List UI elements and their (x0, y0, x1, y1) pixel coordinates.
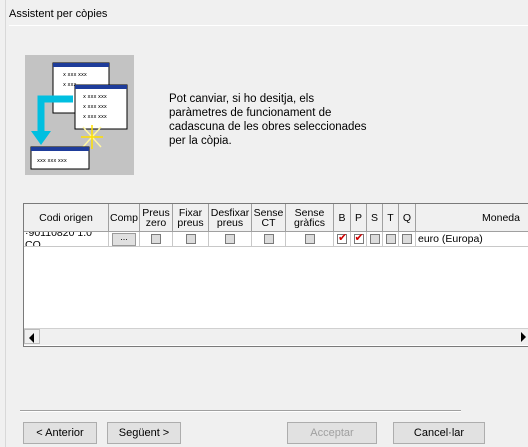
cell-fixar-preus (173, 232, 209, 247)
checkmark-icon: ✔ (338, 232, 348, 244)
sheet1-row2: x xxx (63, 82, 76, 88)
back-button[interactable]: < Anterior (23, 422, 97, 444)
cell-q (399, 232, 416, 247)
copy-wizard-illustration-graphic: x xxx xxx x xxx x xxx xxx x xxx xxx x xx… (30, 62, 128, 170)
cell-p: ✔ (351, 232, 367, 247)
accept-button[interactable]: Acceptar (287, 422, 377, 444)
copy-wizard-illustration: x xxx xxx x xxx x xxx xxx x xxx xxx x xx… (25, 55, 134, 175)
checkmark-icon: ✔ (354, 232, 364, 244)
works-grid[interactable]: Codi origen Comp Preus zero Fixar preus … (23, 203, 528, 347)
col-header-sense-ct[interactable]: Sense CT (252, 204, 286, 232)
title-divider (9, 25, 528, 26)
cell-preus-zero (140, 232, 173, 247)
cell-desfixar-preus (209, 232, 252, 247)
checkbox-sense-ct[interactable] (263, 234, 274, 244)
footer-separator (20, 410, 461, 412)
scroll-left-button[interactable] (24, 329, 40, 344)
col-header-q[interactable]: Q (399, 204, 416, 232)
col-header-s[interactable]: S (367, 204, 383, 232)
checkbox-t[interactable] (385, 234, 396, 244)
sheet2-row3: x xxx xxx (83, 114, 107, 120)
col-header-codi[interactable]: Codi origen (24, 204, 109, 232)
checkbox-desfixar-preus[interactable] (225, 234, 235, 244)
checkbox-s[interactable] (369, 234, 380, 244)
cell-b: ✔ (334, 232, 351, 247)
checkbox-q[interactable] (402, 234, 412, 244)
sheet2-row2: x xxx xxx (83, 104, 107, 110)
cell-moneda[interactable]: euro (Europa) (416, 232, 528, 247)
checkbox-sense-grafics[interactable] (304, 234, 315, 244)
arrow-right-icon (521, 332, 526, 342)
intro-text: Pot canviar, si ho desitja, els paràmetr… (169, 93, 367, 147)
comp-browse-button[interactable]: ... (112, 232, 136, 246)
cell-s (367, 232, 383, 247)
arrow-left-icon (29, 333, 34, 343)
col-header-desfixar-preus[interactable]: Desfixar preus (209, 204, 252, 232)
scroll-right-button[interactable] (513, 329, 528, 344)
checkbox-p[interactable]: ✔ (353, 232, 364, 244)
sheet1-row1: x xxx xxx (63, 72, 87, 78)
cell-sense-grafics (286, 232, 334, 247)
col-header-sense-grafics[interactable]: Sense gràfics (286, 204, 334, 232)
cancel-button[interactable]: Cancel·lar (393, 422, 485, 444)
cell-comp: ... (109, 232, 140, 247)
sheet2-row1: x xxx xxx (83, 94, 107, 100)
col-header-fixar-preus[interactable]: Fixar preus (173, 204, 209, 232)
col-header-moneda[interactable]: Moneda (416, 204, 528, 232)
left-edge-line (5, 0, 6, 447)
horizontal-scrollbar[interactable] (24, 328, 528, 345)
checkbox-fixar-preus[interactable] (185, 234, 196, 244)
window-title: Assistent per còpies (9, 8, 108, 20)
cell-codi-origen[interactable]: ·90110820 1.0 CO (24, 232, 109, 247)
col-header-p[interactable]: P (351, 204, 367, 232)
sheet3-row: xxx xxx xxx (37, 158, 67, 164)
checkbox-preus-zero[interactable] (151, 234, 161, 244)
col-header-t[interactable]: T (383, 204, 399, 232)
cell-sense-ct (252, 232, 286, 247)
col-header-preus-zero[interactable]: Preus zero (140, 204, 173, 232)
checkbox-b[interactable]: ✔ (337, 232, 348, 244)
cell-t (383, 232, 399, 247)
col-header-b[interactable]: B (334, 204, 351, 232)
next-button[interactable]: Següent > (107, 422, 181, 444)
col-header-comp[interactable]: Comp (109, 204, 140, 232)
